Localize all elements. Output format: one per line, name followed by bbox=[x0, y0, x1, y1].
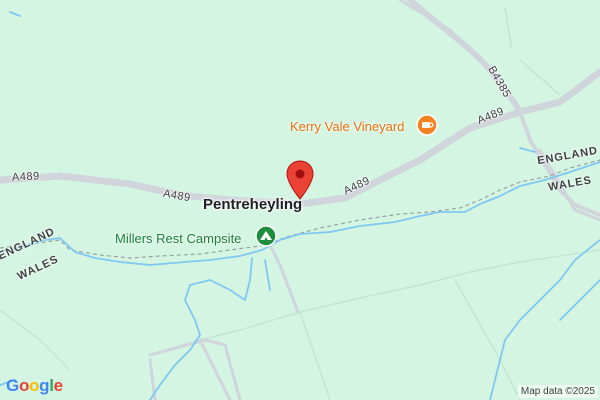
logo-letter-o1: o bbox=[18, 376, 30, 395]
logo-letter-e: e bbox=[53, 376, 63, 395]
map-attribution[interactable]: Map data ©2025 bbox=[517, 385, 598, 398]
vineyard-cup-icon[interactable] bbox=[416, 114, 438, 136]
logo-letter-g: G bbox=[6, 376, 19, 395]
logo-letter-o2: o bbox=[29, 376, 40, 395]
map-canvas[interactable]: A489 A489 A489 A489 B4385 ENGLAND WALES … bbox=[0, 0, 600, 400]
road-label-a489-left: A489 bbox=[11, 170, 40, 184]
google-logo[interactable]: Google bbox=[6, 376, 63, 396]
campsite-tent-icon[interactable] bbox=[255, 225, 277, 247]
location-pin-icon[interactable] bbox=[286, 160, 314, 200]
logo-letter-g2: g bbox=[39, 376, 50, 395]
poi-label-campsite[interactable]: Millers Rest Campsite bbox=[115, 231, 241, 246]
road-branch-right bbox=[518, 110, 600, 217]
poi-label-vineyard[interactable]: Kerry Vale Vineyard bbox=[290, 119, 404, 134]
